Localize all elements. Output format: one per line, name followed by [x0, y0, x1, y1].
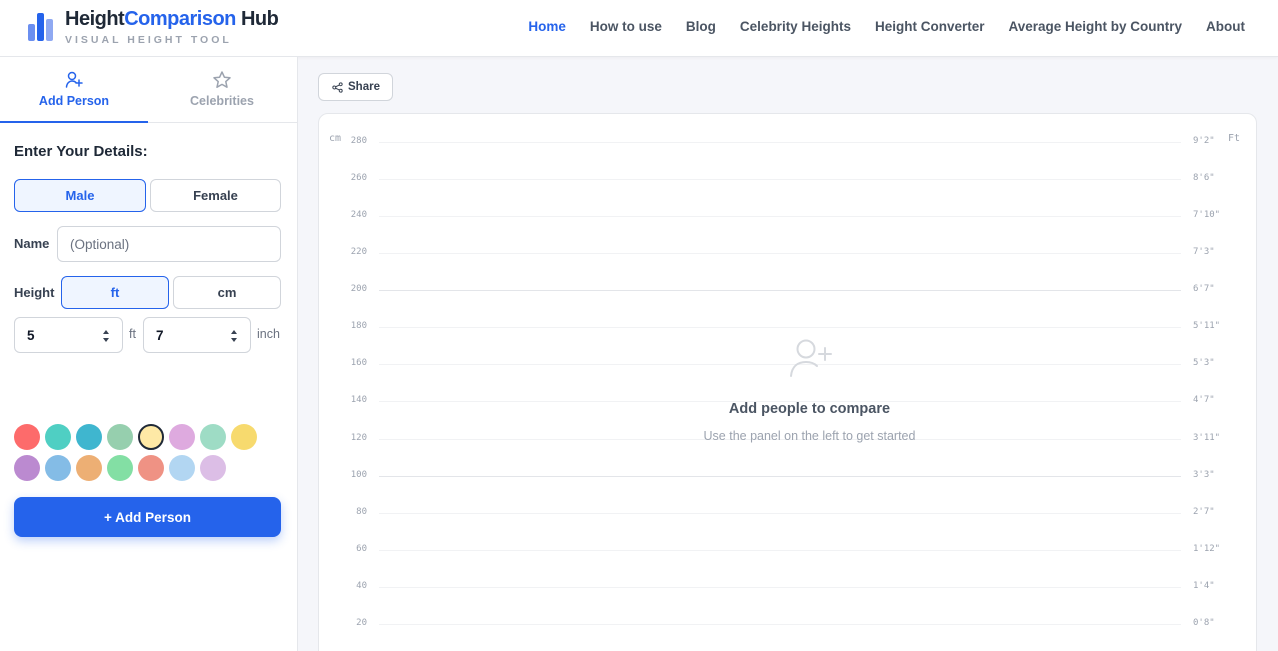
tab-celebrities[interactable]: Celebrities: [148, 57, 296, 122]
tick-label-cm: 80: [356, 507, 367, 517]
tick-label-cm: 40: [356, 581, 367, 591]
brand-title: HeightComparison Hub: [65, 8, 279, 30]
tab-add-person-label: Add Person: [38, 94, 110, 108]
inch-unit-label: inch: [257, 327, 280, 341]
tick-label-ft: 7'3": [1193, 247, 1215, 257]
tick-label-ft: 7'10": [1193, 210, 1221, 220]
tick-label-ft: 0'8": [1193, 618, 1215, 628]
logo-bars-icon: [28, 9, 56, 41]
user-plus-icon: [65, 71, 83, 88]
tick-label-ft: 5'3": [1193, 358, 1215, 368]
color-swatch[interactable]: [45, 424, 71, 450]
gridline: [379, 624, 1181, 625]
color-swatch[interactable]: [200, 424, 226, 450]
tab-add-person[interactable]: Add Person: [0, 57, 148, 123]
nav-home[interactable]: Home: [528, 19, 566, 34]
tick-label-cm: 240: [350, 210, 367, 220]
tick-label-ft: 8'6": [1193, 173, 1215, 183]
form-title: Enter Your Details:: [14, 143, 148, 160]
sidebar: Add Person Celebrities Enter Your Detail…: [0, 57, 298, 651]
feet-unit-label: ft: [129, 327, 136, 341]
color-swatch[interactable]: [45, 455, 71, 481]
feet-value: 5: [27, 328, 35, 343]
tick-label-cm: 160: [350, 358, 367, 368]
tick-label-cm: 280: [350, 136, 367, 146]
share-label: Share: [348, 81, 380, 93]
color-swatch[interactable]: [76, 424, 102, 450]
header: HeightComparison Hub VISUAL HEIGHT TOOL …: [0, 0, 1278, 57]
color-swatch[interactable]: [200, 455, 226, 481]
nav-how-to-use[interactable]: How to use: [590, 19, 662, 34]
tick-label-cm: 220: [350, 247, 367, 257]
gridline: [379, 290, 1181, 291]
inch-input[interactable]: 7: [143, 317, 251, 353]
tick-label-ft: 9'2": [1193, 136, 1215, 146]
color-swatch[interactable]: [107, 424, 133, 450]
nav-blog[interactable]: Blog: [686, 19, 716, 34]
tick-label-cm: 100: [350, 470, 367, 480]
gridline: [379, 364, 1181, 365]
tick-label-cm: 180: [350, 321, 367, 331]
gridline: [379, 327, 1181, 328]
gridline: [379, 513, 1181, 514]
height-chart: cm Ft 280 9'2" 260 8'6" 240 7'10" 220 7'3" 200 6'…: [318, 113, 1257, 651]
color-swatch[interactable]: [138, 455, 164, 481]
color-swatch[interactable]: [76, 455, 102, 481]
tick-label-cm: 60: [356, 544, 367, 554]
tab-celebrities-label: Celebrities: [190, 94, 254, 108]
tick-label-cm: 200: [350, 284, 367, 294]
feet-input[interactable]: 5: [14, 317, 123, 353]
star-icon: [213, 71, 231, 88]
gridline: [379, 550, 1181, 551]
tick-label-ft: 2'7": [1193, 507, 1215, 517]
sidebar-tabs: Add Person Celebrities: [0, 57, 297, 123]
stepper-arrows-icon[interactable]: [102, 329, 110, 343]
nav-celebrity-heights[interactable]: Celebrity Heights: [740, 19, 851, 34]
name-input[interactable]: [57, 226, 281, 262]
female-button[interactable]: Female: [150, 179, 281, 212]
gridline: [379, 216, 1181, 217]
color-swatch[interactable]: [107, 455, 133, 481]
color-swatch[interactable]: [14, 424, 40, 450]
tick-label-cm: 260: [350, 173, 367, 183]
height-label: Height: [14, 285, 55, 300]
nav-about[interactable]: About: [1206, 19, 1245, 34]
unit-cm-button[interactable]: cm: [173, 276, 281, 309]
nav-height-converter[interactable]: Height Converter: [875, 19, 985, 34]
main-nav: Home How to use Blog Celebrity Heights H…: [504, 19, 1245, 34]
tick-label-cm: 20: [356, 618, 367, 628]
tick-label-ft: 1'12": [1193, 544, 1221, 554]
color-swatch[interactable]: [169, 455, 195, 481]
empty-state-subtitle: Use the panel on the left to get started: [703, 429, 916, 443]
brand-subtitle: VISUAL HEIGHT TOOL: [65, 34, 232, 46]
color-swatch[interactable]: [169, 424, 195, 450]
tick-label-ft: 5'11": [1193, 321, 1221, 331]
color-swatch[interactable]: [231, 424, 257, 450]
empty-state-title: Add people to compare: [728, 401, 891, 417]
gridline: [379, 587, 1181, 588]
gridline: [379, 179, 1181, 180]
tick-label-ft: 1'4": [1193, 581, 1215, 591]
add-person-button[interactable]: + Add Person: [14, 497, 281, 537]
stepper-arrows-icon[interactable]: [230, 329, 238, 343]
name-label: Name: [14, 236, 50, 251]
color-swatch[interactable]: [14, 455, 40, 481]
share-icon: [332, 81, 343, 93]
gridline: [379, 142, 1181, 143]
axis-unit-ft: Ft: [1228, 133, 1241, 144]
male-button[interactable]: Male: [14, 179, 146, 212]
inch-value: 7: [156, 328, 164, 343]
share-button[interactable]: Share: [318, 73, 393, 101]
add-user-placeholder-icon: [790, 339, 832, 377]
unit-ft-button[interactable]: ft: [61, 276, 169, 309]
color-swatch[interactable]: [138, 424, 164, 450]
logo[interactable]: HeightComparison Hub VISUAL HEIGHT TOOL: [28, 8, 279, 46]
tick-label-ft: 6'7": [1193, 284, 1215, 294]
gridline: [379, 253, 1181, 254]
nav-average-height-by-country[interactable]: Average Height by Country: [1008, 19, 1182, 34]
gridline: [379, 476, 1181, 477]
tick-label-ft: 3'3": [1193, 470, 1215, 480]
